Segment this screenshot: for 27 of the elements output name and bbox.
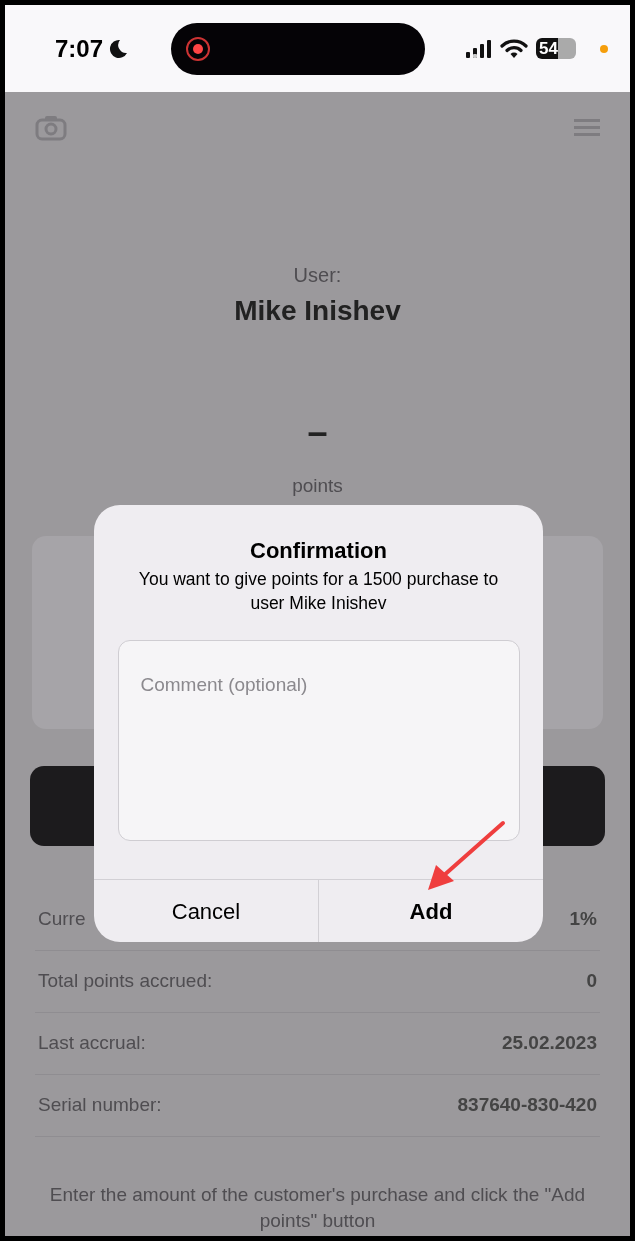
privacy-dot-icon xyxy=(600,44,608,53)
points-value: – xyxy=(307,412,328,452)
comment-field[interactable]: Comment (optional) xyxy=(117,640,520,841)
user-name: Mike Inishev xyxy=(234,294,401,328)
stat-label: Serial number: xyxy=(38,1093,162,1118)
user-label: User: xyxy=(293,263,342,288)
camera-icon xyxy=(35,115,67,141)
dialog-title: Confirmation xyxy=(250,537,387,565)
points-label: points xyxy=(292,474,343,498)
status-time: 7:07 xyxy=(55,33,104,64)
hint-text: Enter the amount of the customer's purchase and click the "Add points" button xyxy=(48,1183,587,1233)
record-icon xyxy=(185,35,212,62)
cancel-button[interactable]: Cancel xyxy=(94,880,319,942)
stat-label: Last accrual: xyxy=(38,1031,146,1056)
menu-icon[interactable] xyxy=(574,117,600,139)
stat-value: 25.02.2023 xyxy=(501,1031,597,1056)
dialog-message: You want to give points for a 1500 purchase to user Mike Inishev xyxy=(137,568,500,615)
stat-value: 0 xyxy=(586,969,597,994)
wifi-icon xyxy=(500,38,528,59)
moon-icon xyxy=(108,38,129,59)
battery-indicator: 54 xyxy=(536,38,576,59)
signal-icon xyxy=(466,38,492,59)
add-button[interactable]: Add xyxy=(319,880,543,942)
stat-value: 1% xyxy=(569,907,597,932)
stat-label: Total points accrued: xyxy=(38,969,213,994)
stat-label: Curre xyxy=(38,907,86,932)
stat-value: 837640-830-420 xyxy=(457,1093,597,1118)
